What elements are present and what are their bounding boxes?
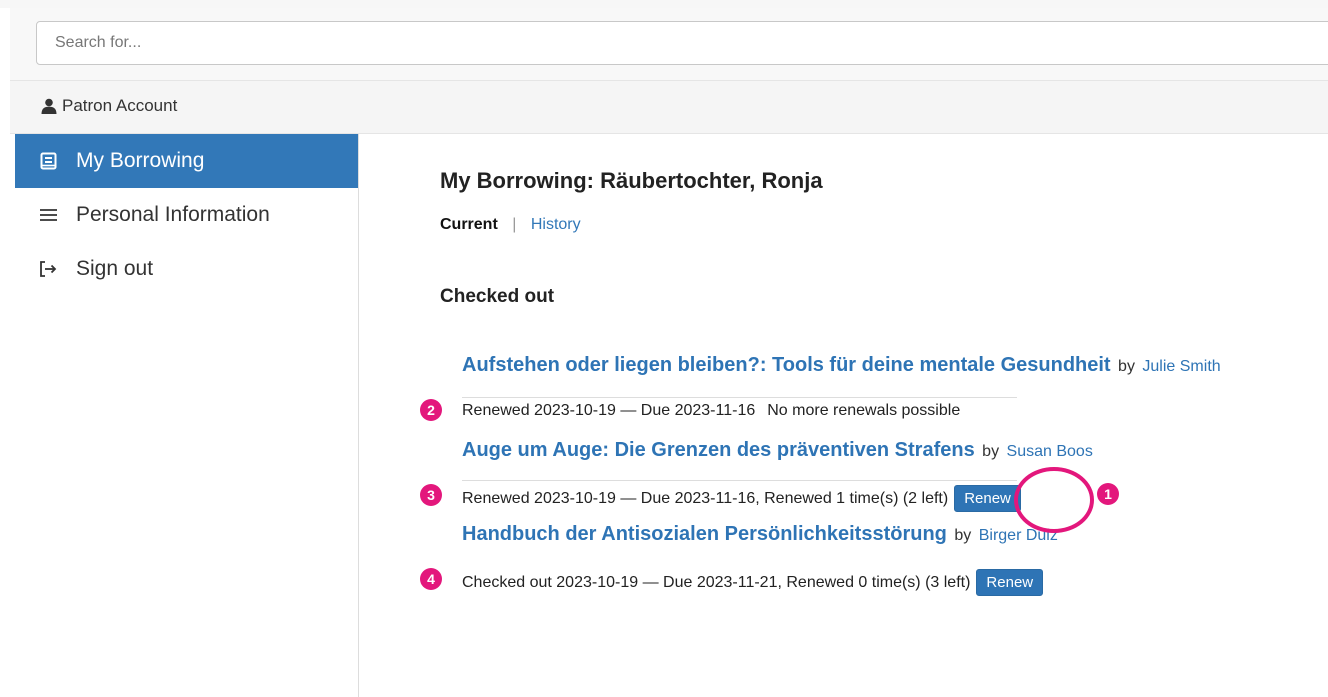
- loan-status-text: Checked out 2023-10-19 — Due 2023-11-21,…: [462, 573, 971, 591]
- subnav-separator: |: [512, 216, 517, 233]
- renewal-note: No more renewals possible: [767, 402, 961, 419]
- sidebar-item-personal-information[interactable]: Personal Information: [15, 188, 358, 242]
- patron-account-bar[interactable]: Patron Account: [10, 81, 1328, 134]
- search-bar: [10, 8, 1328, 81]
- sidebar-item-label: Personal Information: [76, 203, 270, 226]
- book-title-link[interactable]: Handbuch der Antisozialen Persönlichkeit…: [462, 523, 947, 545]
- book-title-link[interactable]: Aufstehen oder liegen bleiben?: Tools fü…: [462, 354, 1111, 376]
- main-content: My Borrowing: Räubertochter, Ronja Curre…: [440, 134, 1328, 697]
- book-title-link[interactable]: Auge um Auge: Die Grenzen des präventive…: [462, 439, 975, 461]
- user-icon: [41, 98, 57, 114]
- divider: [462, 480, 1017, 481]
- loan-title-row: Handbuch der Antisozialen Persönlichkeit…: [462, 523, 1058, 546]
- sidebar-item-my-borrowing[interactable]: My Borrowing: [15, 134, 358, 188]
- author-link[interactable]: Susan Boos: [1007, 443, 1093, 460]
- sidebar-item-label: My Borrowing: [76, 149, 205, 172]
- section-title-checked-out: Checked out: [440, 286, 555, 307]
- loan-title-row: Aufstehen oder liegen bleiben?: Tools fü…: [462, 354, 1221, 377]
- sidebar-item-label: Sign out: [76, 257, 154, 280]
- sign-out-icon: [39, 260, 57, 278]
- loan-title-row: Auge um Auge: Die Grenzen des präventive…: [462, 439, 1093, 462]
- patron-account-label: Patron Account: [62, 96, 178, 115]
- tab-current[interactable]: Current: [440, 216, 498, 233]
- renew-button[interactable]: Renew: [976, 569, 1044, 596]
- book-icon: [39, 152, 57, 170]
- window-top-strip: [0, 0, 1328, 8]
- annotation-marker: 4: [420, 568, 442, 590]
- loan-status-row: Renewed 2023-10-19 — Due 2023-11-16 No m…: [462, 402, 960, 420]
- annotation-marker: 3: [420, 484, 442, 506]
- tab-history[interactable]: History: [531, 216, 581, 233]
- highlight-ring: [1014, 467, 1094, 533]
- list-icon: [39, 206, 57, 224]
- loan-status-text: Renewed 2023-10-19 — Due 2023-11-16: [462, 402, 756, 419]
- search-input[interactable]: [36, 21, 1328, 65]
- loan-status-row: Checked out 2023-10-19 — Due 2023-11-21,…: [462, 569, 1044, 596]
- renew-button[interactable]: Renew: [954, 485, 1021, 512]
- page-title: My Borrowing: Räubertochter, Ronja: [440, 168, 823, 193]
- by-label: by: [954, 527, 972, 544]
- author-link[interactable]: Julie Smith: [1142, 358, 1220, 375]
- divider: [462, 397, 1017, 398]
- borrowing-subnav: Current | History: [440, 216, 581, 234]
- sidebar: My Borrowing Personal Information Sign o…: [15, 134, 359, 697]
- loan-status-text: Renewed 2023-10-19 — Due 2023-11-16, Ren…: [462, 489, 949, 507]
- annotation-marker: 1: [1097, 483, 1119, 505]
- sidebar-item-sign-out[interactable]: Sign out: [15, 242, 358, 296]
- loan-status-row: Renewed 2023-10-19 — Due 2023-11-16, Ren…: [462, 485, 1021, 512]
- by-label: by: [982, 443, 1000, 460]
- by-label: by: [1118, 358, 1135, 375]
- annotation-marker: 2: [420, 399, 442, 421]
